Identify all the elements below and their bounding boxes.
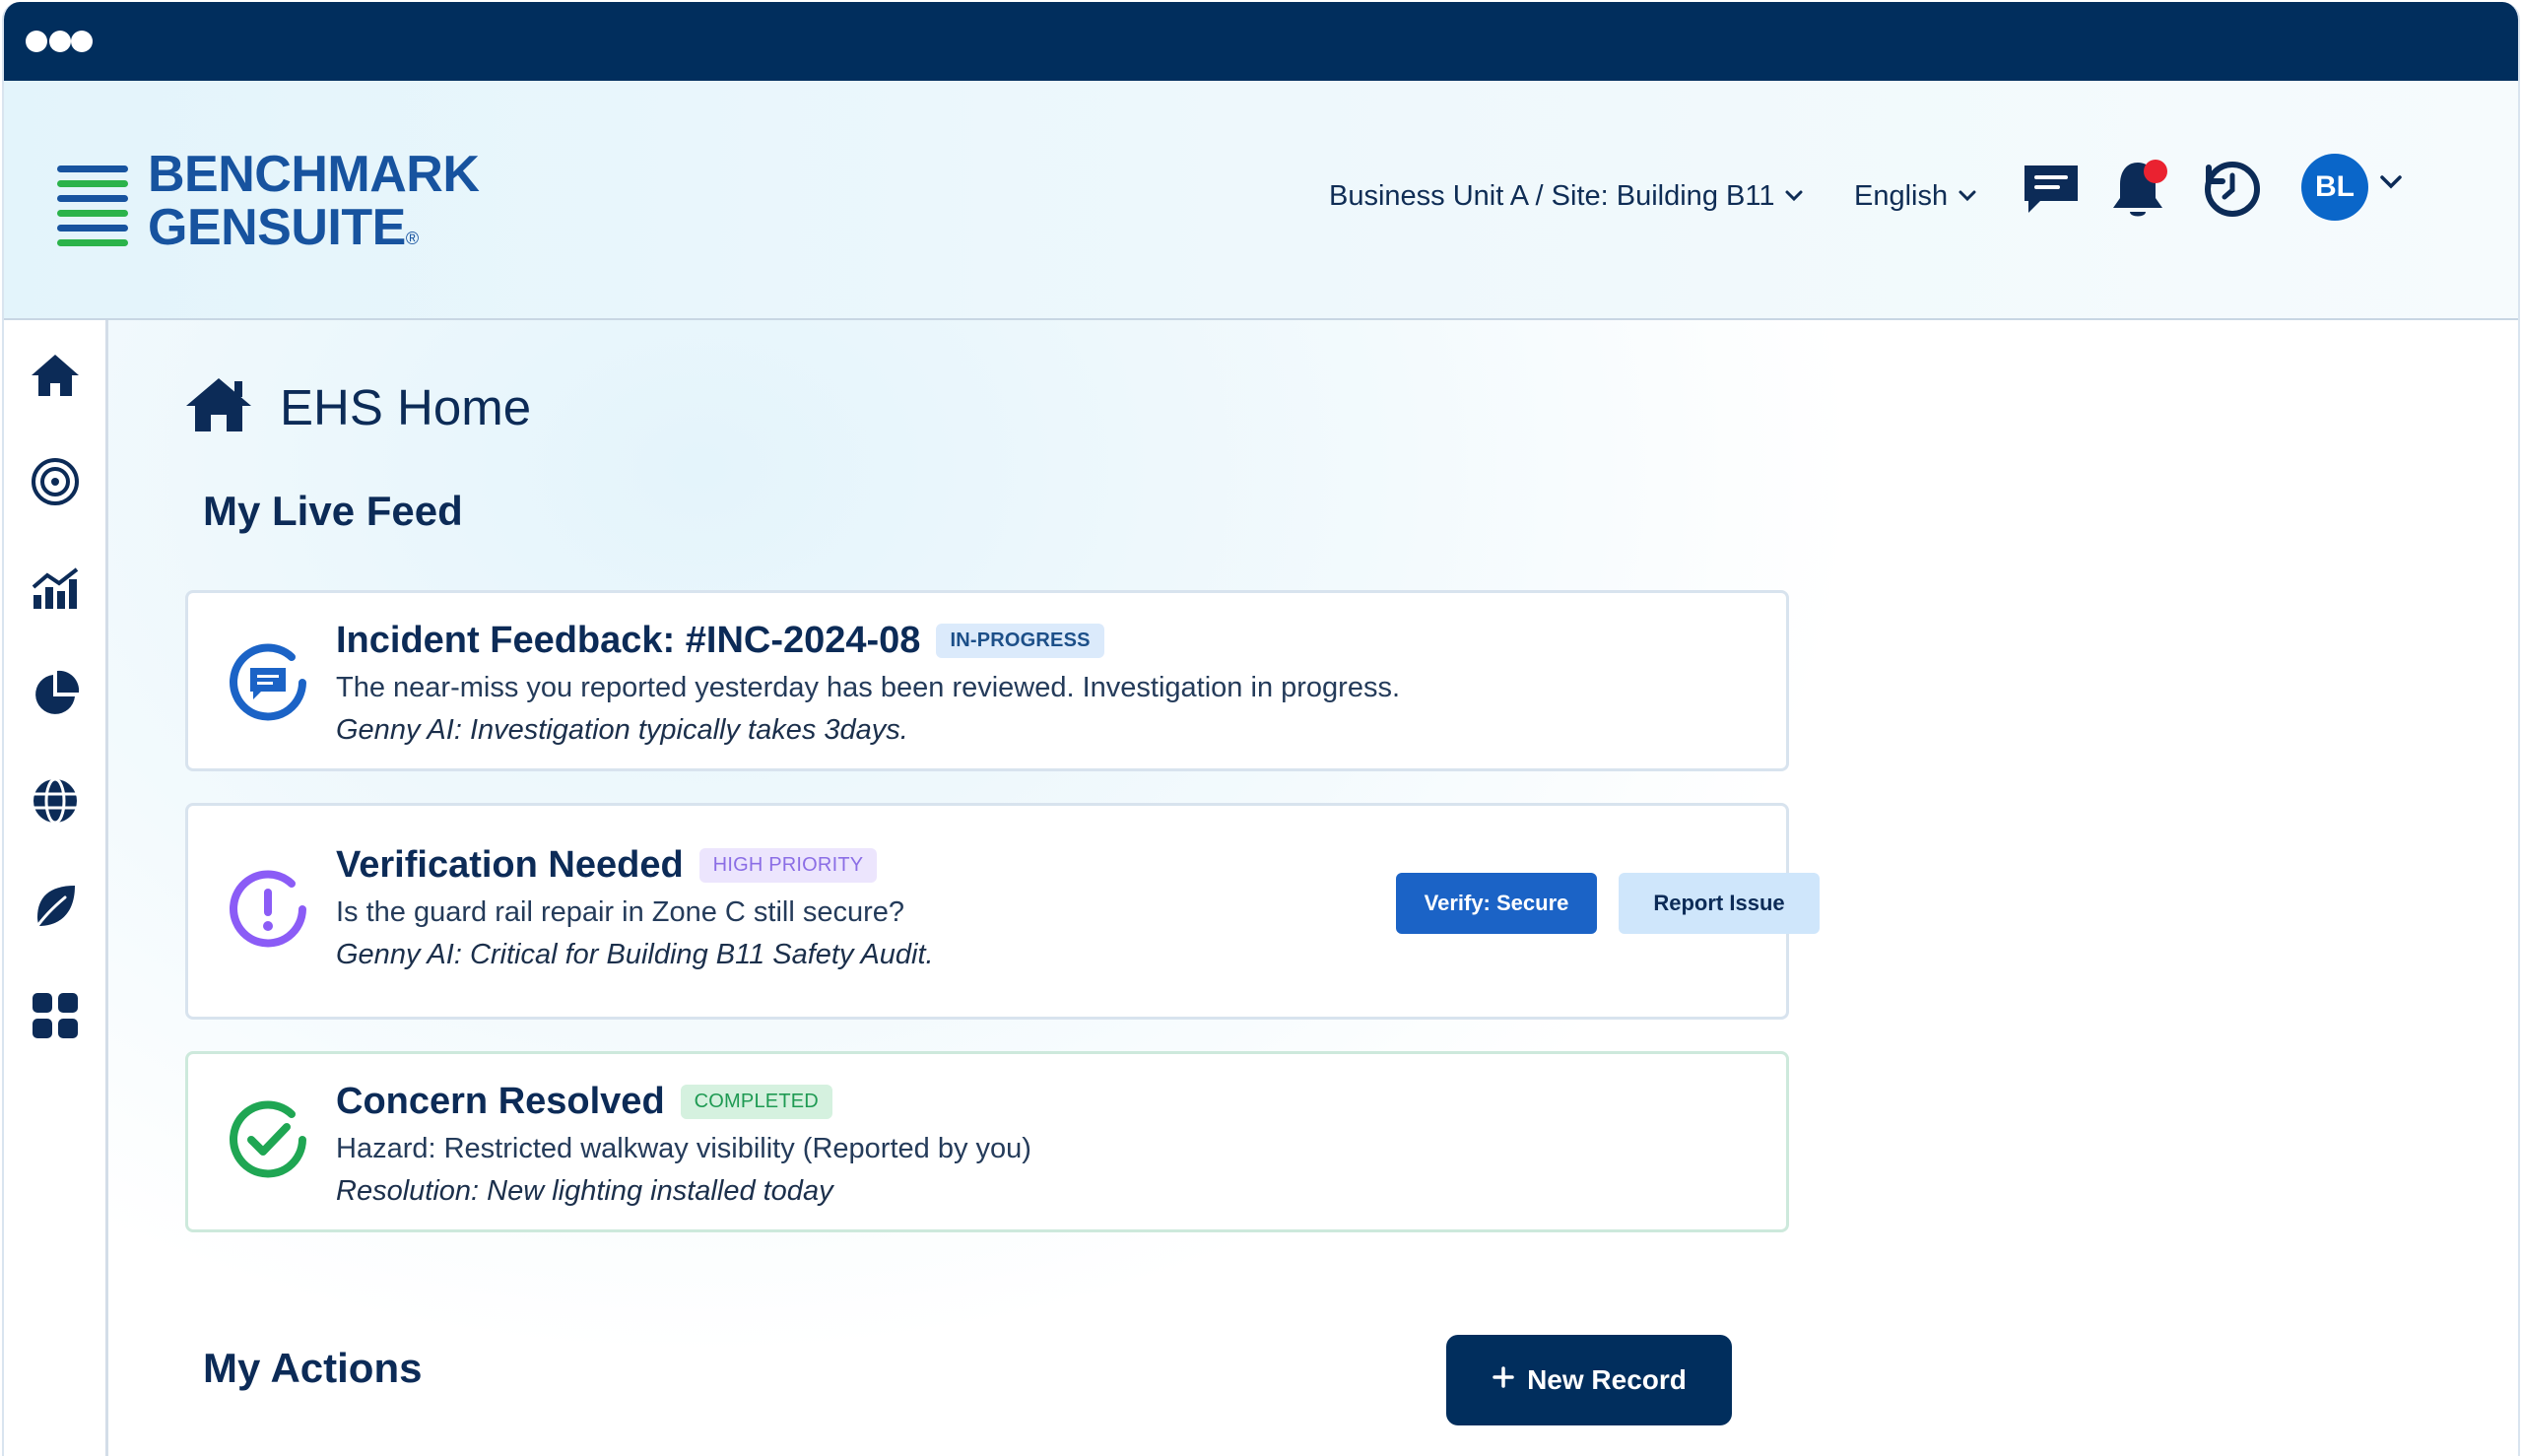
notification-badge: [2144, 160, 2167, 183]
history-icon[interactable]: [2199, 156, 2266, 223]
main-content: EHS Home My Live Feed Incident Feedback:…: [108, 320, 2518, 1456]
priority-badge: HIGH PRIORITY: [698, 847, 878, 883]
sidebar: [4, 320, 108, 1456]
incident-message-icon: [224, 638, 312, 727]
bell-icon[interactable]: [2104, 156, 2171, 223]
page-title-text: EHS Home: [280, 379, 532, 435]
my-actions-title: My Actions: [203, 1345, 423, 1391]
feed-card-ai-note: Genny AI: Investigation typically takes …: [336, 714, 908, 746]
leaf-icon[interactable]: [26, 878, 85, 937]
feed-card-title: Incident Feedback: #INC-2024-08: [336, 619, 921, 661]
avatar-initials: BL: [2315, 170, 2355, 203]
status-badge: IN-PROGRESS: [936, 623, 1104, 658]
feed-card-description: Is the guard rail repair in Zone C still…: [336, 896, 905, 928]
chevron-down-icon[interactable]: [2378, 172, 2404, 197]
new-record-button[interactable]: New Record: [1446, 1335, 1732, 1425]
target-icon[interactable]: [26, 452, 85, 511]
feed-card-verification[interactable]: Verification Needed HIGH PRIORITY Is the…: [185, 803, 1820, 1020]
logo-line-2: GENSUITE: [148, 199, 406, 256]
chevron-down-icon: [1784, 189, 1804, 203]
feed-card-description: Hazard: Restricted walkway visibility (R…: [336, 1133, 1031, 1164]
live-feed-title: My Live Feed: [203, 488, 463, 534]
alert-icon: [224, 865, 312, 954]
feed-card-title: Concern Resolved: [336, 1080, 665, 1122]
globe-icon[interactable]: [26, 771, 85, 830]
plus-icon: [1492, 1364, 1515, 1396]
grid-icon[interactable]: [26, 986, 85, 1045]
window-dot: [71, 31, 93, 52]
home-icon: [183, 375, 254, 439]
pie-chart-icon[interactable]: [26, 665, 85, 724]
site-selector-label: Business Unit A / Site: Building B11: [1329, 179, 1775, 212]
top-header: BENCHMARK GENSUITE® Business Unit A / Si…: [4, 81, 2518, 320]
window-titlebar: [4, 2, 2518, 81]
message-icon[interactable]: [2018, 156, 2085, 223]
app-window: BENCHMARK GENSUITE® Business Unit A / Si…: [2, 2, 2520, 1456]
window-dot: [26, 31, 47, 52]
feed-card-resolved[interactable]: Concern Resolved COMPLETED Hazard: Restr…: [185, 1051, 1789, 1232]
logo-wordmark: BENCHMARK GENSUITE®: [148, 146, 480, 265]
feed-card-incident[interactable]: Incident Feedback: #INC-2024-08 IN-PROGR…: [185, 590, 1789, 771]
page-title: EHS Home: [183, 375, 531, 439]
check-circle-icon: [224, 1095, 312, 1184]
chart-icon[interactable]: [26, 559, 85, 618]
verify-secure-button[interactable]: Verify: Secure: [1396, 873, 1597, 934]
brand-logo[interactable]: BENCHMARK GENSUITE®: [57, 148, 510, 256]
feed-card-description: The near-miss you reported yesterday has…: [336, 672, 1401, 703]
report-issue-button[interactable]: Report Issue: [1619, 873, 1820, 934]
site-selector[interactable]: Business Unit A / Site: Building B11: [1329, 171, 1804, 221]
home-icon[interactable]: [26, 346, 85, 405]
avatar[interactable]: BL: [2301, 154, 2368, 221]
window-dot: [49, 31, 71, 52]
logo-line-1: BENCHMARK: [148, 146, 480, 203]
feed-card-title: Verification Needed: [336, 843, 684, 886]
feed-card-resolution: Resolution: New lighting installed today: [336, 1175, 833, 1207]
feed-card-ai-note: Genny AI: Critical for Building B11 Safe…: [336, 939, 934, 970]
registered-mark: ®: [405, 229, 419, 248]
language-label: English: [1854, 179, 1949, 212]
language-selector[interactable]: English: [1854, 171, 1977, 221]
chevron-down-icon: [1958, 189, 1977, 203]
status-badge: COMPLETED: [680, 1084, 832, 1119]
new-record-label: New Record: [1527, 1364, 1687, 1395]
